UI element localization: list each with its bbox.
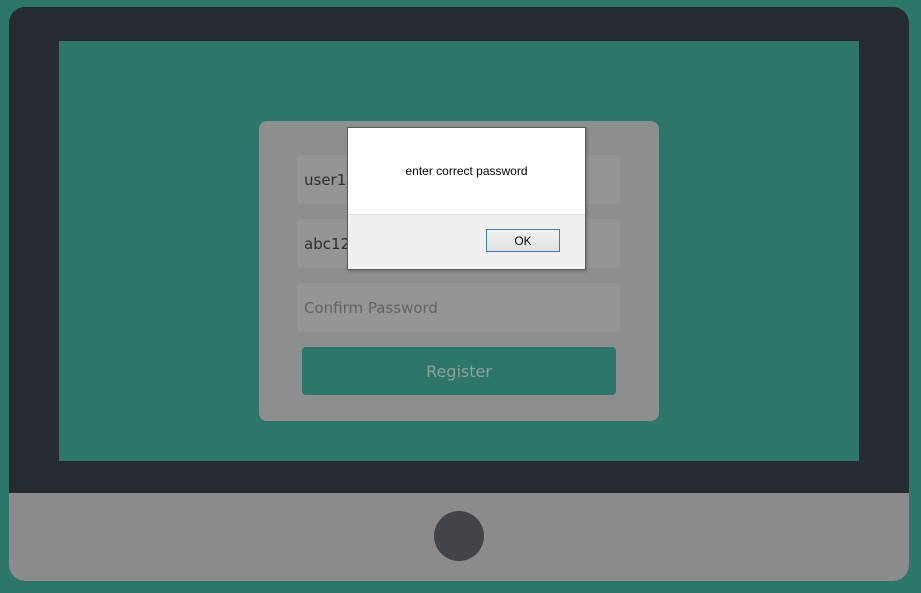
alert-message: enter correct password: [405, 164, 528, 178]
monitor-base: [9, 493, 909, 581]
power-button-icon: [434, 511, 484, 561]
monitor-frame: user12 abc12 Confirm Password Register: [9, 7, 909, 581]
register-button[interactable]: Register: [302, 347, 616, 395]
confirm-password-input[interactable]: Confirm Password: [297, 283, 620, 332]
alert-body: enter correct password: [348, 128, 585, 214]
confirm-password-placeholder: Confirm Password: [304, 298, 438, 317]
password-value: abc12: [304, 234, 351, 253]
alert-dialog: enter correct password OK: [347, 127, 586, 270]
ok-button[interactable]: OK: [486, 229, 560, 252]
alert-footer: OK: [348, 214, 585, 269]
